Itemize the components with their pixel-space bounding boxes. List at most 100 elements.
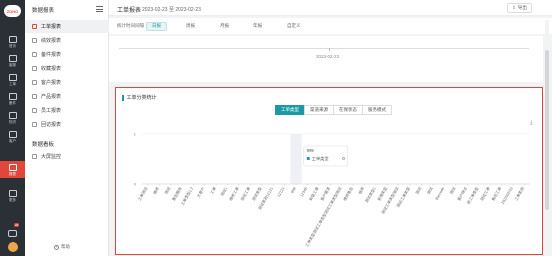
x-tick-label: 2023/02/23	[501, 187, 514, 205]
sidebar-item-performance-report[interactable]: 绩效报表	[25, 34, 109, 47]
y-tick-label: 0	[134, 182, 137, 187]
x-tick-label: 工单测试	[137, 186, 149, 202]
x-tick-label: 12345	[300, 187, 309, 198]
x-tick-label: 客户拜访	[456, 186, 468, 202]
rail-item-ticket[interactable]: 工单	[0, 71, 25, 88]
logo[interactable]: ZOHO	[4, 5, 21, 17]
sidebar-item-product-report[interactable]: 产品报表	[25, 90, 109, 103]
tooltip-title: 999	[307, 148, 315, 153]
rail-item-knowledge[interactable]: 知识	[0, 109, 25, 126]
help-link[interactable]: ? 帮助	[54, 244, 70, 250]
sidebar-item-visit-report[interactable]: 回访报表	[25, 118, 109, 131]
y-tick-label: 1	[134, 132, 137, 137]
rail-label: 报表	[9, 171, 16, 176]
x-tick-label: 测试类型	[251, 186, 263, 202]
export-button[interactable]: ⇪ 导出	[507, 3, 532, 13]
report-sidebar: 数据报表 工单报表 绩效报表 备件报表 收藏报表 客户报表 产品报表 员工报表 …	[25, 0, 109, 256]
page-scrollbar[interactable]	[545, 20, 549, 256]
report-icon	[32, 80, 37, 85]
rail-item-parts[interactable]: 备件	[0, 90, 25, 107]
report-icon	[32, 38, 37, 43]
x-tick-label: 维修售后	[342, 186, 354, 202]
monitor-icon	[32, 154, 37, 159]
book-icon	[8, 111, 17, 119]
x-tick-label: 测试	[414, 186, 422, 195]
tab-channel-source[interactable]: 渠道来源	[304, 105, 334, 115]
collapse-menu-icon[interactable]	[96, 6, 103, 12]
logo-text: ZOHO	[6, 8, 19, 14]
x-tick-label: 测试	[449, 186, 457, 195]
report-icon	[32, 94, 37, 99]
x-tick-label: 测试	[426, 186, 434, 195]
messages-button[interactable]: 20	[6, 223, 20, 238]
sidebar-item-label: 绩效报表	[41, 38, 62, 44]
app-rail: ZOHO 首页 客服 工单 备件 知识 客户 报表 更多 20	[0, 0, 25, 256]
interval-yearly[interactable]: 年报	[248, 22, 267, 31]
interval-daily[interactable]: 日报	[146, 21, 167, 31]
help-icon: ?	[54, 244, 59, 250]
x-tick-label: 测试工单	[479, 186, 491, 202]
tab-service-mode[interactable]: 服务模式	[362, 105, 392, 115]
x-tick-label: 维修工单	[228, 186, 240, 202]
report-icon	[32, 24, 37, 29]
ticket-icon	[8, 73, 17, 81]
x-tick-label: 维修	[152, 186, 160, 195]
export-label: 导出	[517, 5, 527, 10]
rail-item-home[interactable]: 首页	[0, 33, 25, 50]
tab-ticket-type[interactable]: 工单类型	[275, 105, 305, 115]
x-tick-label: 测试类型1	[364, 186, 377, 203]
scrollbar-thumb[interactable]	[545, 50, 549, 210]
sidebar-item-label: 收藏报表	[41, 66, 62, 72]
rail-item-report[interactable]: 报表	[0, 161, 25, 178]
rail-label: 客户	[9, 138, 16, 143]
sidebar-item-label: 客户报表	[41, 80, 62, 86]
home-icon	[8, 35, 17, 43]
avatar	[7, 242, 18, 252]
tooltip-marker	[306, 156, 310, 161]
message-badge: 20	[14, 223, 20, 227]
box-icon	[8, 92, 17, 100]
sidebar-item-parts-report[interactable]: 备件报表	[25, 48, 109, 61]
chart-title: 工单分类统计	[122, 94, 157, 101]
rail-item-more[interactable]: 更多	[0, 187, 25, 204]
sidebar-title: 数据报表	[32, 8, 55, 14]
bar-chart: 10工单测试 维修 测试 售后服务工单类型1.2 大客户 工单 测试1 维修工单 测试工单 测试类…	[134, 132, 530, 248]
interval-weekly[interactable]: 周报	[181, 22, 200, 31]
x-tick-label: 售后工单	[490, 186, 502, 202]
sidebar-item-label: 员工报表	[41, 108, 62, 114]
help-label: 帮助	[61, 244, 70, 249]
sidebar-item-dashboard[interactable]: 大屏监控	[25, 150, 109, 163]
sidebar-item-favorite-report[interactable]: 收藏报表	[25, 62, 109, 75]
x-tick-label: 999	[290, 187, 297, 194]
sidebar-item-label: 备件报表	[41, 52, 62, 58]
sidebar-item-customer-report[interactable]: 客户报表	[25, 76, 109, 89]
x-tick-label: 客户需求	[319, 186, 331, 202]
report-icon	[32, 122, 37, 127]
rail-item-service[interactable]: 客服	[0, 52, 25, 69]
interval-custom[interactable]: 自定义	[282, 22, 306, 31]
rail-label: 备件	[9, 100, 16, 105]
rail-item-customer[interactable]: 客户	[0, 128, 25, 145]
sidebar-item-label: 大屏监控	[41, 154, 62, 160]
report-icon	[32, 52, 37, 57]
interval-label: 统计时间间隔	[117, 23, 144, 28]
sidebar-item-ticket-report[interactable]: 工单报表	[25, 20, 109, 33]
rail-label: 工单	[9, 81, 16, 86]
x-tick-label: 测试1	[219, 186, 228, 197]
x-tick-label: 保养	[357, 186, 365, 195]
interval-monthly[interactable]: 月报	[215, 22, 234, 31]
trend-axis-label: 2023-02-23	[316, 54, 340, 59]
x-tick-label: Barcode	[435, 187, 446, 201]
page-title: 工单报表	[117, 8, 142, 14]
x-tick-label: 大客户	[196, 186, 206, 199]
x-tick-label: 测试工单	[239, 186, 251, 202]
tab-warranty-status[interactable]: 在保状态	[333, 105, 363, 115]
tooltip-series: 工单类型	[312, 155, 329, 162]
rail-label: 客服	[9, 62, 16, 67]
rail-label: 更多	[9, 197, 16, 202]
x-tick-label: 新增类型	[376, 186, 388, 202]
user-avatar[interactable]	[6, 242, 19, 252]
sidebar-item-staff-report[interactable]: 员工报表	[25, 104, 109, 117]
sidebar-section-title: 数据看板	[32, 142, 55, 148]
x-tick-label: 售后服务	[171, 186, 183, 202]
